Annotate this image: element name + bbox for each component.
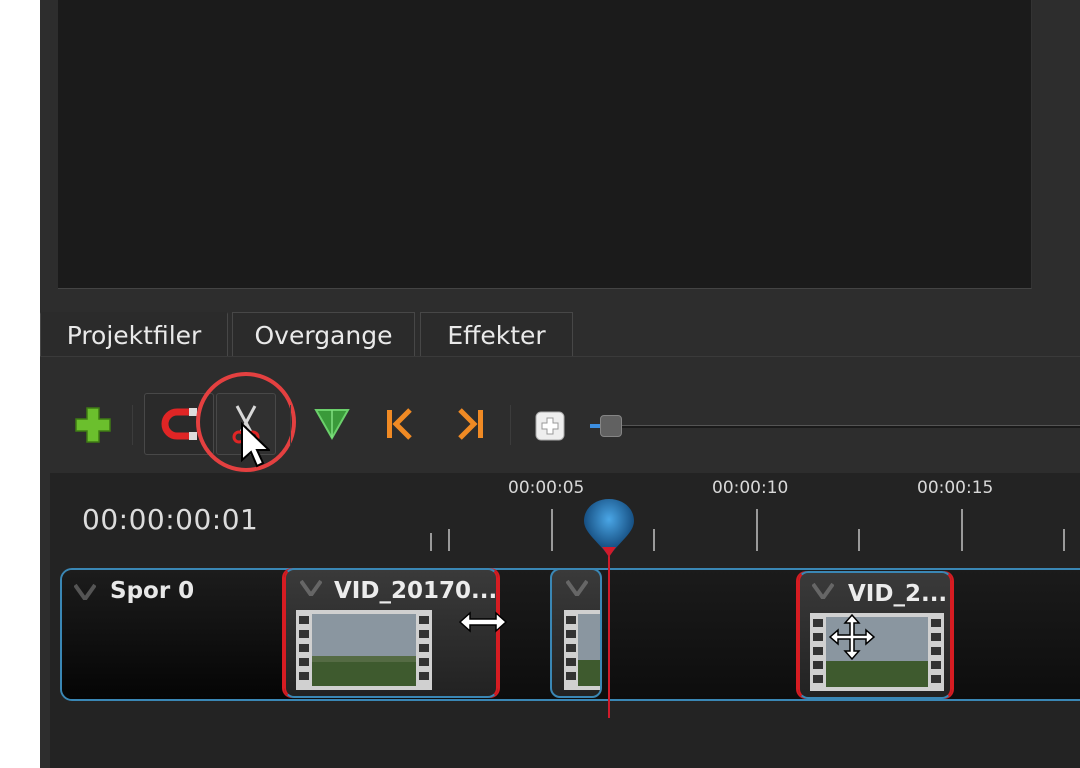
- zoom-in-button[interactable]: [534, 410, 566, 442]
- track-header[interactable]: Spor 0: [62, 570, 292, 699]
- next-marker-button[interactable]: [450, 402, 490, 446]
- clip-title: VID_2...: [848, 581, 948, 607]
- ruler-tick: [448, 529, 450, 551]
- toolbar-separator: [510, 405, 511, 445]
- ruler-label: 00:00:15: [917, 478, 994, 498]
- ruler-label: 00:00:05: [508, 478, 585, 498]
- ruler-tick: [756, 509, 758, 551]
- plus-icon: [75, 407, 111, 443]
- track-name: Spor 0: [110, 578, 195, 604]
- film-thumbnail-icon: [564, 610, 600, 690]
- toolbar-separator: [132, 405, 133, 445]
- playhead-line[interactable]: [608, 548, 610, 718]
- previous-marker-button[interactable]: [380, 402, 420, 446]
- tab-label: Overgange: [254, 320, 393, 350]
- timeline-clip[interactable]: VID_2...: [798, 571, 952, 699]
- previous-icon: [387, 408, 412, 440]
- chevron-down-icon: [74, 584, 96, 600]
- ruler-tick: [551, 509, 553, 551]
- zoom-slider[interactable]: [590, 425, 1080, 428]
- tab-label: Effekter: [447, 320, 546, 350]
- add-marker-button[interactable]: [310, 402, 354, 446]
- video-preview: [58, 0, 1032, 289]
- zoom-plus-icon: [535, 411, 565, 441]
- chevron-down-icon: [300, 580, 322, 596]
- timeline-clip[interactable]: [550, 568, 602, 698]
- chevron-down-icon: [566, 580, 588, 596]
- tab-transitions[interactable]: Overgange: [232, 312, 415, 357]
- zoom-slider-handle[interactable]: [600, 415, 622, 437]
- resize-horizontal-cursor-icon: [458, 611, 508, 633]
- timeline-clip[interactable]: VID_20170...: [284, 568, 508, 698]
- marker-icon: [314, 409, 350, 441]
- timeline[interactable]: 00:00:00:01 00:00:05 00:00:10 00:00:15 S…: [50, 473, 1080, 768]
- film-thumbnail-icon: [296, 610, 432, 690]
- openshot-window: Projektfiler Overgange Effekter 00:00:00…: [40, 0, 1080, 768]
- ruler-tick: [1063, 529, 1065, 551]
- ruler-tick: [858, 529, 860, 551]
- tab-label: Projektfiler: [66, 321, 202, 350]
- ruler-tick: [653, 529, 655, 551]
- chevron-down-icon: [812, 583, 834, 599]
- ruler-tick: [430, 533, 432, 551]
- clip-title: VID_20170...: [334, 578, 498, 604]
- playhead-handle-icon[interactable]: [582, 497, 636, 559]
- tab-effects[interactable]: Effekter: [420, 312, 573, 357]
- tabs-divider: [40, 356, 1080, 357]
- add-track-button[interactable]: [70, 402, 116, 448]
- tab-project-files[interactable]: Projektfiler: [40, 312, 228, 357]
- ruler-tick: [961, 509, 963, 551]
- toolbar-separator: [290, 405, 291, 445]
- timeline-ruler[interactable]: 00:00:05 00:00:10 00:00:15: [50, 473, 1080, 563]
- ruler-label: 00:00:10: [712, 478, 789, 498]
- mouse-pointer-icon: [241, 422, 270, 468]
- next-icon: [458, 408, 483, 440]
- move-cursor-icon: [828, 613, 876, 661]
